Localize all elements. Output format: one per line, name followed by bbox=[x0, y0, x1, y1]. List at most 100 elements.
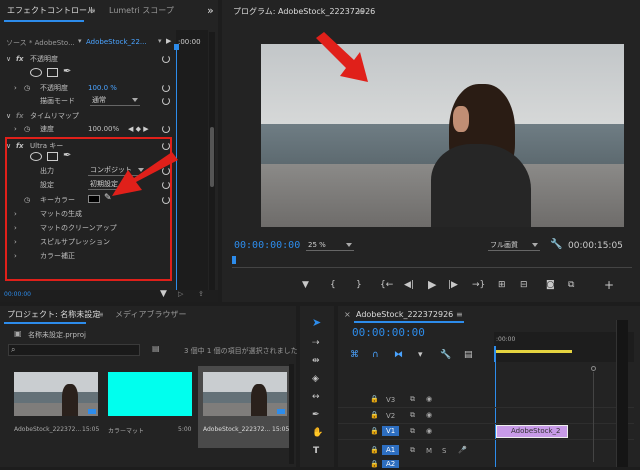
collapse-chevron-icon[interactable]: ∨ bbox=[6, 110, 11, 122]
fx-icon[interactable]: fx bbox=[16, 53, 24, 65]
time-remap-header[interactable]: ∨ fx タイムリマップ bbox=[0, 110, 176, 122]
sync-lock-icon[interactable]: ⧉ bbox=[410, 427, 415, 436]
track-select-tool-icon[interactable]: ⇢ bbox=[312, 338, 320, 348]
lift-icon[interactable]: ⊞ bbox=[498, 280, 506, 290]
collapse-chevron-icon[interactable]: ∨ bbox=[6, 53, 11, 65]
snap-icon[interactable]: ∩ bbox=[372, 350, 379, 360]
reset-icon[interactable] bbox=[162, 84, 170, 92]
program-current-timecode[interactable]: 00:00:00:00 bbox=[234, 240, 300, 251]
lock-icon[interactable]: 🔒 bbox=[370, 395, 379, 403]
eye-icon[interactable]: ◉ bbox=[426, 411, 432, 419]
mute-button[interactable]: M bbox=[426, 447, 432, 455]
clip-selector[interactable]: AdobeStock_22... bbox=[86, 38, 147, 46]
sync-lock-icon[interactable]: ⧉ bbox=[410, 411, 415, 420]
project-search-input[interactable]: ⌕ bbox=[8, 344, 140, 356]
rect-mask-icon[interactable] bbox=[47, 68, 58, 77]
stopwatch-icon[interactable]: ◷ bbox=[24, 123, 30, 135]
add-button[interactable]: + bbox=[604, 279, 614, 291]
lock-icon[interactable]: 🔒 bbox=[370, 411, 379, 419]
pen-tool-icon[interactable]: ✒ bbox=[312, 410, 320, 420]
track-name[interactable]: A1 bbox=[382, 445, 400, 455]
lock-icon[interactable]: 🔒 bbox=[370, 427, 379, 435]
lock-icon[interactable]: 🔒 bbox=[370, 446, 379, 454]
close-sequence-icon[interactable]: × bbox=[344, 310, 351, 319]
play-button[interactable]: ▶ bbox=[428, 279, 436, 290]
speed-value[interactable]: 100.00% bbox=[88, 123, 119, 135]
add-marker-icon[interactable]: ▾ bbox=[418, 350, 423, 360]
expand-chevron-icon[interactable]: › bbox=[14, 82, 17, 94]
project-item-2[interactable]: カラーマット 5:00 bbox=[108, 372, 192, 442]
reset-icon[interactable] bbox=[162, 97, 170, 105]
expand-chevron-icon[interactable]: › bbox=[14, 123, 17, 135]
work-area-bar[interactable] bbox=[494, 350, 572, 353]
keyframe-nav-icon[interactable]: ◀ ◆ ▶ bbox=[128, 123, 149, 135]
extract-icon[interactable]: ⊟ bbox=[520, 280, 528, 290]
selection-tool-icon[interactable]: ➤ bbox=[312, 317, 321, 328]
tab-menu-icon[interactable]: ≡ bbox=[82, 0, 103, 22]
item-duration: 5:00 bbox=[178, 426, 192, 433]
pen-icon[interactable]: ✒ bbox=[63, 66, 71, 77]
timeline-timecode[interactable]: 00:00:00:00 bbox=[352, 326, 425, 339]
type-tool-icon[interactable]: T bbox=[313, 446, 319, 456]
program-menu-icon[interactable]: ≡ bbox=[350, 4, 371, 20]
ellipse-mask-icon[interactable] bbox=[30, 68, 42, 77]
solo-button[interactable]: S bbox=[442, 447, 446, 455]
reset-icon[interactable] bbox=[162, 125, 170, 133]
quality-dropdown[interactable]: フル画質 bbox=[488, 240, 540, 251]
compare-icon[interactable]: ⧉ bbox=[568, 280, 574, 290]
ec-scrollbar[interactable] bbox=[209, 32, 215, 290]
sync-lock-icon[interactable]: ⧉ bbox=[410, 446, 415, 455]
timeline-ruler[interactable]: :00:00 bbox=[494, 332, 634, 362]
wrench-icon[interactable]: 🔧 bbox=[440, 350, 451, 360]
camera-icon[interactable]: ◙ bbox=[546, 280, 555, 290]
track-name[interactable]: V1 bbox=[382, 426, 400, 436]
eye-icon[interactable]: ◉ bbox=[426, 395, 432, 403]
mark-in-button[interactable]: { bbox=[330, 280, 336, 290]
captions-icon[interactable]: ▤ bbox=[464, 350, 473, 360]
export-icon[interactable]: ⇪ bbox=[198, 290, 204, 298]
step-forward-button[interactable]: |▶ bbox=[448, 280, 458, 290]
sync-lock-icon[interactable]: ⧉ bbox=[410, 395, 415, 404]
ec-playhead-head[interactable] bbox=[174, 44, 179, 50]
hand-tool-icon[interactable]: ✋ bbox=[312, 428, 323, 438]
project-item-3-selected[interactable]: AdobeStock_222372... 15:05 bbox=[198, 366, 292, 448]
project-item-1[interactable]: AdobeStock_222372... 15:05 bbox=[14, 372, 99, 442]
source-chevron-icon[interactable]: ▾ bbox=[78, 37, 82, 45]
reset-icon[interactable] bbox=[162, 55, 170, 63]
step-back-button[interactable]: ◀| bbox=[404, 280, 414, 290]
wrench-icon[interactable]: 🔧 bbox=[550, 239, 562, 250]
project-scrollbar[interactable] bbox=[289, 364, 294, 464]
timeline-scrollbar[interactable] bbox=[588, 366, 598, 466]
clip-chevron-icon[interactable]: ▾ bbox=[158, 37, 162, 45]
ripple-edit-tool-icon[interactable]: ⇹ bbox=[312, 356, 320, 366]
program-time-ruler[interactable] bbox=[232, 256, 632, 268]
fx-icon[interactable]: fx bbox=[16, 110, 24, 122]
filter-icon[interactable]: ▼ bbox=[160, 289, 167, 299]
slip-tool-icon[interactable]: ↔ bbox=[312, 392, 320, 402]
blend-mode-dropdown[interactable]: 通常 bbox=[90, 95, 140, 106]
bin-icon[interactable]: ▤ bbox=[152, 344, 160, 353]
stopwatch-icon[interactable]: ◷ bbox=[24, 82, 30, 94]
sequence-menu-icon[interactable]: ≡ bbox=[456, 310, 463, 319]
program-playhead[interactable] bbox=[232, 256, 236, 264]
mic-icon[interactable]: 🎤 bbox=[458, 446, 467, 454]
opacity-value[interactable]: 100.0 % bbox=[88, 82, 117, 94]
tab-lumetri-scopes[interactable]: Lumetri スコープ bbox=[102, 0, 181, 22]
panel-overflow-icon[interactable]: » bbox=[200, 0, 221, 22]
add-marker-button[interactable]: ▼ bbox=[302, 280, 309, 290]
sequence-title[interactable]: AdobeStock_222372926 bbox=[356, 310, 453, 319]
play-only-icon[interactable]: ▶ bbox=[166, 37, 171, 45]
tab-media-browser[interactable]: メディアブラウザー bbox=[108, 306, 193, 324]
video-clip[interactable]: AdobeStock_2 bbox=[496, 425, 568, 438]
opacity-param-row: › ◷ 不透明度 100.0 % bbox=[0, 82, 176, 94]
go-to-in-button[interactable]: {← bbox=[380, 280, 393, 290]
go-to-out-button[interactable]: →} bbox=[472, 280, 485, 290]
linked-selection-icon[interactable]: ⧓ bbox=[394, 350, 403, 360]
zoom-dropdown[interactable]: 25 % bbox=[306, 240, 354, 251]
play-icon[interactable]: ▷ bbox=[178, 290, 183, 298]
razor-tool-icon[interactable]: ◈ bbox=[312, 374, 319, 384]
eye-icon[interactable]: ◉ bbox=[426, 427, 432, 435]
mark-out-button[interactable]: } bbox=[356, 280, 362, 290]
opacity-effect-header[interactable]: ∨ fx 不透明度 bbox=[0, 53, 176, 65]
nest-icon[interactable]: ⌘ bbox=[350, 350, 359, 360]
